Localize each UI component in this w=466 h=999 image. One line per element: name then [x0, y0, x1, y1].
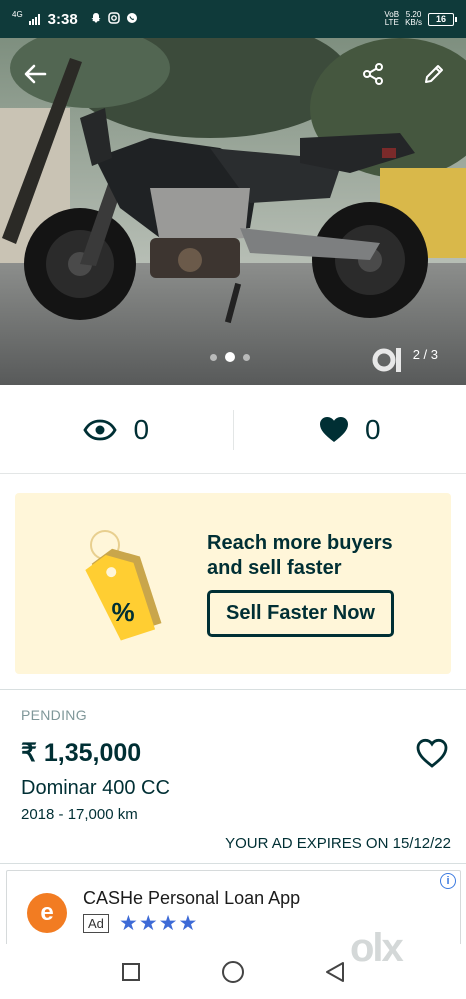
likes-count: 0	[364, 413, 381, 445]
back-button[interactable]	[19, 58, 51, 90]
eye-icon	[83, 419, 118, 440]
likes-stat: 0	[234, 414, 466, 446]
ad-title: Dominar 400 CC	[21, 777, 170, 799]
sell-faster-now-button[interactable]: Sell Faster Now	[207, 590, 394, 637]
status-bar: 4G 3:38 VoB LTE 5.20 KB/s 16	[0, 0, 466, 38]
ad-app-title[interactable]: CASHe Personal Loan App	[83, 888, 300, 909]
views-count: 0	[133, 413, 150, 445]
network-speed: 5.20 KB/s	[405, 10, 422, 27]
cashe-logo: e	[27, 893, 67, 933]
olx-watermark: olx	[350, 926, 404, 970]
share-icon	[363, 63, 383, 85]
olx-watermark-logo	[372, 348, 401, 372]
ad-expiry: YOUR AD EXPIRES ON 15/12/22	[225, 835, 451, 852]
status-time: 3:38	[47, 10, 78, 28]
whatsapp-icon	[126, 12, 138, 27]
pagination-dot[interactable]	[210, 353, 217, 361]
edit-button[interactable]	[418, 58, 450, 90]
image-gallery[interactable]: 2 / 3	[0, 38, 466, 385]
home-button[interactable]	[221, 960, 245, 984]
instagram-icon	[107, 11, 120, 27]
signal-icon	[28, 13, 40, 25]
pagination-dot-active[interactable]	[225, 352, 235, 362]
ad-info-icon[interactable]: i	[440, 873, 456, 889]
volte-indicator: VoB LTE	[384, 10, 400, 27]
triangle-back-icon	[326, 961, 344, 982]
share-button[interactable]	[357, 58, 389, 90]
sell-faster-promo: % Reach more buyers and sell faster Sell…	[15, 493, 451, 674]
section-divider	[0, 863, 466, 864]
ad-price: ₹ 1,35,000	[21, 739, 142, 767]
heart-icon	[319, 417, 348, 442]
battery-icon: 16	[428, 12, 457, 26]
network-type: 4G	[12, 9, 23, 19]
pencil-icon	[425, 65, 443, 83]
image-counter: 2 / 3	[412, 347, 438, 362]
snapchat-icon	[90, 12, 102, 27]
system-back-button[interactable]	[323, 960, 347, 984]
views-stat: 0	[0, 414, 233, 446]
heart-outline-icon	[416, 738, 448, 768]
ad-meta: 2018 - 17,000 km	[21, 806, 138, 823]
motorcycle-photo	[0, 38, 466, 385]
recents-button[interactable]	[119, 960, 143, 984]
arrow-left-icon	[24, 64, 47, 84]
ad-stats: 0 0	[0, 386, 466, 474]
section-divider	[0, 689, 466, 690]
ad-status: PENDING	[21, 707, 87, 723]
battery-level: 16	[435, 14, 446, 24]
promo-headline: Reach more buyers and sell faster	[207, 532, 393, 579]
circle-icon	[222, 960, 244, 983]
rating-stars: ★★★★	[119, 912, 199, 935]
tag-symbol: %	[111, 597, 134, 627]
square-icon	[122, 962, 140, 981]
gallery-pagination	[210, 352, 250, 362]
ad-badge: Ad	[83, 914, 109, 933]
pagination-dot[interactable]	[243, 353, 250, 361]
price-tag-icon: %	[85, 530, 162, 641]
favorite-button[interactable]	[415, 737, 449, 769]
